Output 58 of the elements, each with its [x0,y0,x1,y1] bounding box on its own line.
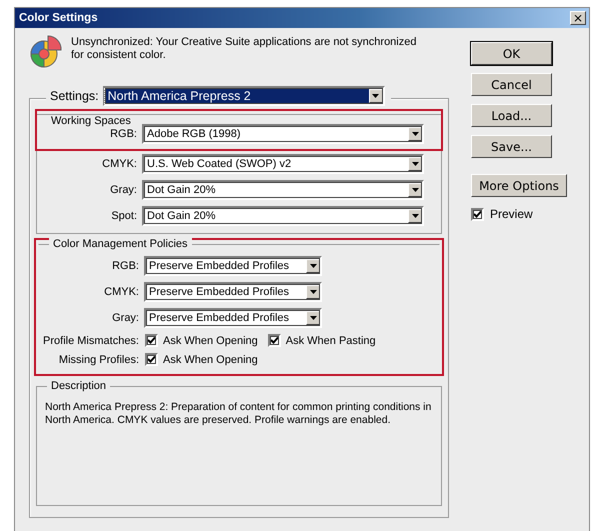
caret-icon [412,132,418,136]
field-label: CMYK: [103,286,139,298]
color-wheel-icon [29,34,63,70]
dropdown[interactable]: Preserve Embedded Profiles [144,256,322,276]
dialog-button[interactable]: OK [471,42,552,65]
checkbox-label[interactable]: Preview [490,207,533,221]
dropdown-arrow-button[interactable] [408,183,422,197]
dropdown[interactable]: U.S. Web Coated (SWOP) v2 [142,154,424,174]
group-title: Color Management Policies [49,238,192,250]
dropdown[interactable]: Dot Gain 20% [142,180,424,200]
dropdown-arrow-button[interactable] [408,209,422,223]
window-title: Color Settings [19,12,98,24]
checkbox[interactable] [471,208,484,220]
caret-icon [372,94,380,98]
checkbox-label[interactable]: Ask When Pasting [286,334,376,346]
dialog-button[interactable]: Save... [471,135,552,158]
close-button[interactable]: × [570,11,586,25]
checkmark-icon [270,336,279,345]
checkbox[interactable] [145,334,158,347]
dialog-button[interactable]: More Options [471,174,567,197]
caret-icon [310,264,316,268]
dropdown-arrow-button[interactable] [306,311,320,325]
checkmark-icon [147,336,156,345]
group-title: Description [47,380,110,392]
dropdown-arrow-button[interactable] [408,127,422,141]
field-label: Gray: [109,184,137,196]
field-label: CMYK: [101,158,137,170]
checkmark-icon [473,210,482,218]
caret-icon [412,188,418,192]
field-label: Spot: [110,210,137,222]
settings-dropdown[interactable]: North America Prepress 2 [102,86,385,106]
caret-icon [412,214,418,218]
checkbox[interactable] [145,353,158,366]
settings-label: Settings: [50,89,99,103]
dropdown-arrow-button[interactable] [368,89,383,103]
description-text: North America Prepress 2: Preparation of content for common printing conditions in North America. CMYK values are preserved. Profile warnings are enabled. [45,401,432,427]
caret-icon [310,316,316,320]
dropdown[interactable]: Preserve Embedded Profiles [144,282,322,302]
dropdown[interactable]: Dot Gain 20% [142,206,424,226]
caret-icon [310,290,316,294]
checkbox-label[interactable]: Ask When Opening [163,354,258,366]
dialog-button[interactable]: Load... [471,104,552,127]
dropdown-arrow-button[interactable] [306,259,320,273]
field-label: Profile Mismatches: [42,334,139,346]
dropdown-arrow-button[interactable] [408,157,422,171]
field-label: RGB: [111,260,139,272]
checkbox-label[interactable]: Ask When Opening [163,334,258,346]
sync-message: Unsynchronized: Your Creative Suite applications are not synchronized for consistent color. [71,35,418,62]
field-label: Missing Profiles: [58,354,139,366]
checkmark-icon [147,355,156,364]
caret-icon [412,162,418,166]
field-label: RGB: [109,128,137,140]
dropdown-arrow-button[interactable] [306,285,320,299]
checkbox[interactable] [268,334,281,347]
field-label: Gray: [111,312,139,324]
dropdown[interactable]: Adobe RGB (1998) [142,124,424,144]
dropdown[interactable]: Preserve Embedded Profiles [144,308,322,328]
dialog-button[interactable]: Cancel [471,73,552,96]
